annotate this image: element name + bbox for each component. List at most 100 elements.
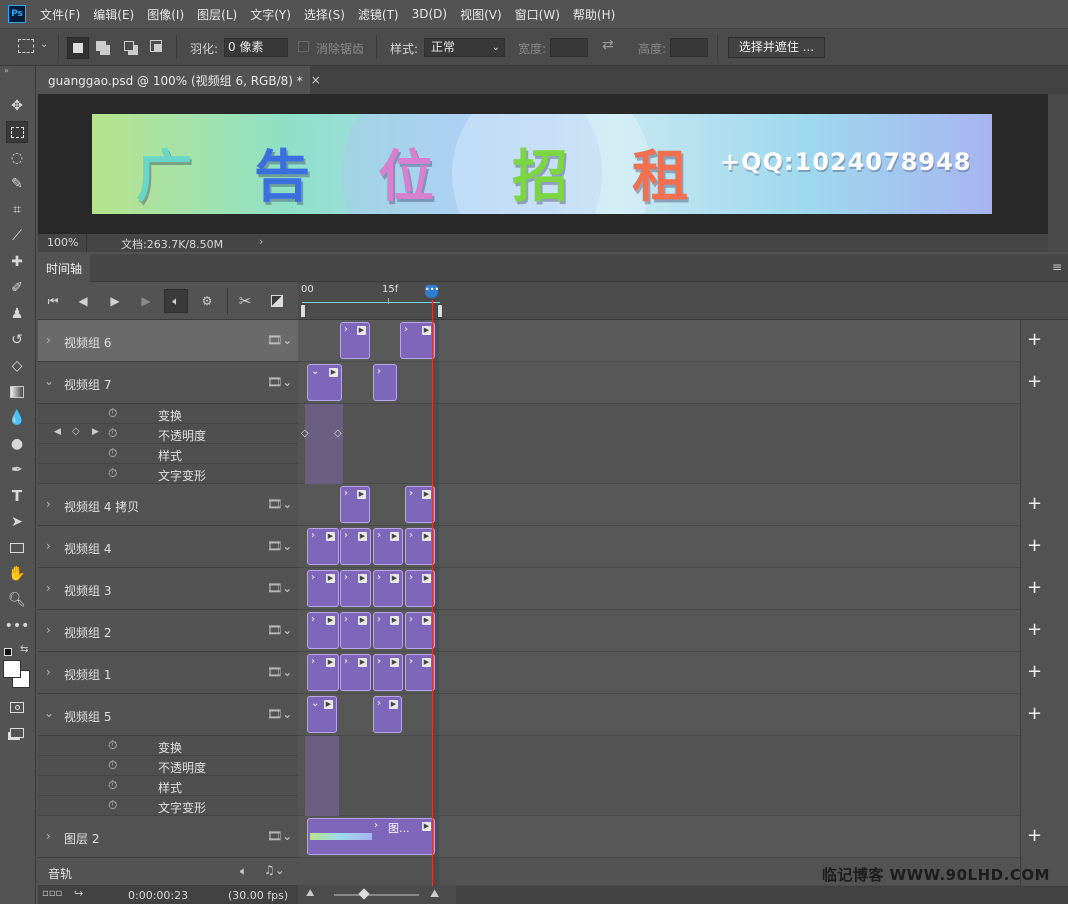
- menu-window[interactable]: 窗口(W): [515, 6, 560, 23]
- video-clip[interactable]: › ▶: [373, 612, 403, 649]
- film-menu-icon[interactable]: 🎞︎⌄: [267, 665, 292, 679]
- layer-row[interactable]: › 视频组 6 🎞︎⌄: [38, 320, 298, 362]
- hand-tool-icon[interactable]: ✋: [6, 563, 28, 585]
- add-selection-icon[interactable]: [96, 41, 106, 51]
- add-media-plus-icon[interactable]: +: [1027, 827, 1042, 845]
- quick-select-tool-icon[interactable]: ✎: [6, 173, 28, 195]
- layer-row[interactable]: › 视频组 3 🎞︎⌄: [38, 568, 298, 610]
- playhead-marker-icon[interactable]: •••: [425, 285, 439, 298]
- chevron-right-icon[interactable]: ›: [46, 333, 51, 347]
- add-media-plus-icon[interactable]: +: [1027, 621, 1042, 639]
- layer-row[interactable]: › 视频组 4 🎞︎⌄: [38, 526, 298, 568]
- eraser-tool-icon[interactable]: ◇: [6, 355, 28, 377]
- film-menu-icon[interactable]: 🎞︎⌄: [267, 581, 292, 595]
- chevron-down-icon[interactable]: ⌄: [44, 706, 54, 720]
- video-clip[interactable]: › ▶: [373, 570, 403, 607]
- stopwatch-icon[interactable]: ⏱: [108, 446, 117, 461]
- video-clip[interactable]: ⌄ ▶: [307, 696, 337, 733]
- chevron-right-icon[interactable]: ›: [46, 497, 51, 511]
- split-scissors-icon[interactable]: ✂: [235, 291, 255, 311]
- layer-row[interactable]: ⌄ 视频组 5 🎞︎⌄: [38, 694, 298, 736]
- chevron-right-icon[interactable]: ›: [46, 829, 51, 843]
- chevron-down-icon[interactable]: ⌄: [44, 374, 54, 388]
- work-area-bar[interactable]: [302, 302, 440, 319]
- panel-menu-icon[interactable]: ≡: [1052, 260, 1062, 274]
- next-keyframe-icon[interactable]: ▶: [92, 427, 99, 437]
- film-menu-icon[interactable]: 🎞︎⌄: [267, 707, 292, 721]
- work-area-start-handle[interactable]: [300, 304, 306, 318]
- marquee-preset-icon[interactable]: [18, 39, 34, 53]
- add-media-plus-icon[interactable]: +: [1027, 373, 1042, 391]
- more-tools-icon[interactable]: •••: [5, 615, 30, 637]
- pen-tool-icon[interactable]: ✒: [6, 459, 28, 481]
- frame-animation-icon[interactable]: ▫▫▫: [42, 888, 62, 899]
- audio-toggle-icon[interactable]: 🔈︎: [164, 289, 188, 313]
- stopwatch-icon[interactable]: ⏱: [108, 466, 117, 481]
- swap-colors-icon[interactable]: ⇆: [20, 644, 28, 655]
- quick-mask-icon[interactable]: [6, 696, 28, 718]
- chevron-right-icon[interactable]: ›: [46, 581, 51, 595]
- film-menu-icon[interactable]: 🎞︎⌄: [267, 375, 292, 389]
- video-clip[interactable]: › ▶: [340, 570, 371, 607]
- add-keyframe-icon[interactable]: ◇: [72, 426, 80, 437]
- film-menu-icon[interactable]: 🎞︎⌄: [267, 333, 292, 347]
- brush-tool-icon[interactable]: ✐: [6, 277, 28, 299]
- swap-icon[interactable]: ⇄: [602, 37, 614, 53]
- work-area-end-handle[interactable]: [437, 304, 443, 318]
- rectangle-tool-icon[interactable]: [6, 537, 28, 559]
- menu-file[interactable]: 文件(F): [40, 6, 80, 23]
- healing-brush-tool-icon[interactable]: ✚: [6, 251, 28, 273]
- video-clip[interactable]: › ▶: [405, 654, 435, 691]
- collapse-icon[interactable]: »: [4, 66, 9, 75]
- audio-track-row[interactable]: 音轨 🔈︎ ♫⌄: [38, 858, 298, 886]
- video-clip[interactable]: › ▶: [405, 570, 435, 607]
- stopwatch-icon[interactable]: ⏱: [108, 406, 117, 421]
- add-media-plus-icon[interactable]: +: [1027, 579, 1042, 597]
- menu-edit[interactable]: 编辑(E): [93, 6, 134, 23]
- video-clip[interactable]: › ▶: [307, 654, 339, 691]
- video-clip[interactable]: › ▶: [340, 322, 370, 359]
- video-clip[interactable]: › ▶: [307, 570, 339, 607]
- video-clip[interactable]: › ▶: [373, 654, 403, 691]
- keyframe-icon[interactable]: ◇: [334, 428, 342, 439]
- music-note-icon[interactable]: ♫⌄: [264, 863, 285, 877]
- timeline-tab[interactable]: 时间轴: [38, 254, 90, 282]
- intersect-selection-icon[interactable]: [150, 40, 162, 52]
- previous-keyframe-icon[interactable]: ◀: [54, 427, 61, 437]
- zoom-level[interactable]: 100%: [47, 236, 78, 249]
- menu-filter[interactable]: 滤镜(T): [358, 6, 399, 23]
- zoom-in-icon[interactable]: ⛰: [430, 887, 439, 901]
- feather-input[interactable]: 0 像素: [224, 38, 288, 57]
- chevron-right-icon[interactable]: ›: [46, 623, 51, 637]
- menu-3d[interactable]: 3D(D): [412, 7, 447, 21]
- lasso-tool-icon[interactable]: ◌: [6, 147, 28, 169]
- video-clip[interactable]: › ▶: [340, 486, 370, 523]
- add-media-plus-icon[interactable]: +: [1027, 331, 1042, 349]
- eyedropper-tool-icon[interactable]: ⟋: [6, 225, 28, 247]
- convert-icon[interactable]: ↪: [74, 887, 83, 900]
- add-media-plus-icon[interactable]: +: [1027, 663, 1042, 681]
- video-clip[interactable]: › ▶: [405, 612, 435, 649]
- stopwatch-icon[interactable]: ⏱: [108, 778, 117, 793]
- gradient-tool-icon[interactable]: [6, 381, 28, 403]
- chevron-right-icon[interactable]: ›: [46, 665, 51, 679]
- speaker-icon[interactable]: 🔈︎: [240, 864, 247, 879]
- film-menu-icon[interactable]: 🎞︎⌄: [267, 539, 292, 553]
- subtract-selection-icon[interactable]: [124, 41, 134, 51]
- select-and-mask-button[interactable]: 选择并遮住 ...: [728, 37, 825, 58]
- menu-view[interactable]: 视图(V): [460, 6, 502, 23]
- film-menu-icon[interactable]: 🎞︎⌄: [267, 623, 292, 637]
- add-media-plus-icon[interactable]: +: [1027, 537, 1042, 555]
- stopwatch-icon[interactable]: ⏱: [108, 426, 117, 441]
- clone-stamp-tool-icon[interactable]: ♟: [6, 303, 28, 325]
- timeline-ruler[interactable]: 00 15f •••: [298, 282, 1020, 320]
- close-icon[interactable]: ×: [311, 73, 321, 87]
- stopwatch-icon[interactable]: ⏱: [108, 758, 117, 773]
- menu-image[interactable]: 图像(I): [147, 6, 184, 23]
- video-clip[interactable]: › ▶: [307, 612, 339, 649]
- chevron-right-icon[interactable]: ›: [259, 235, 263, 248]
- keyframe-icon[interactable]: ◇: [301, 428, 309, 439]
- video-clip[interactable]: › ▶: [405, 528, 435, 565]
- next-frame-icon[interactable]: ▶: [136, 291, 156, 311]
- height-input[interactable]: [670, 38, 708, 57]
